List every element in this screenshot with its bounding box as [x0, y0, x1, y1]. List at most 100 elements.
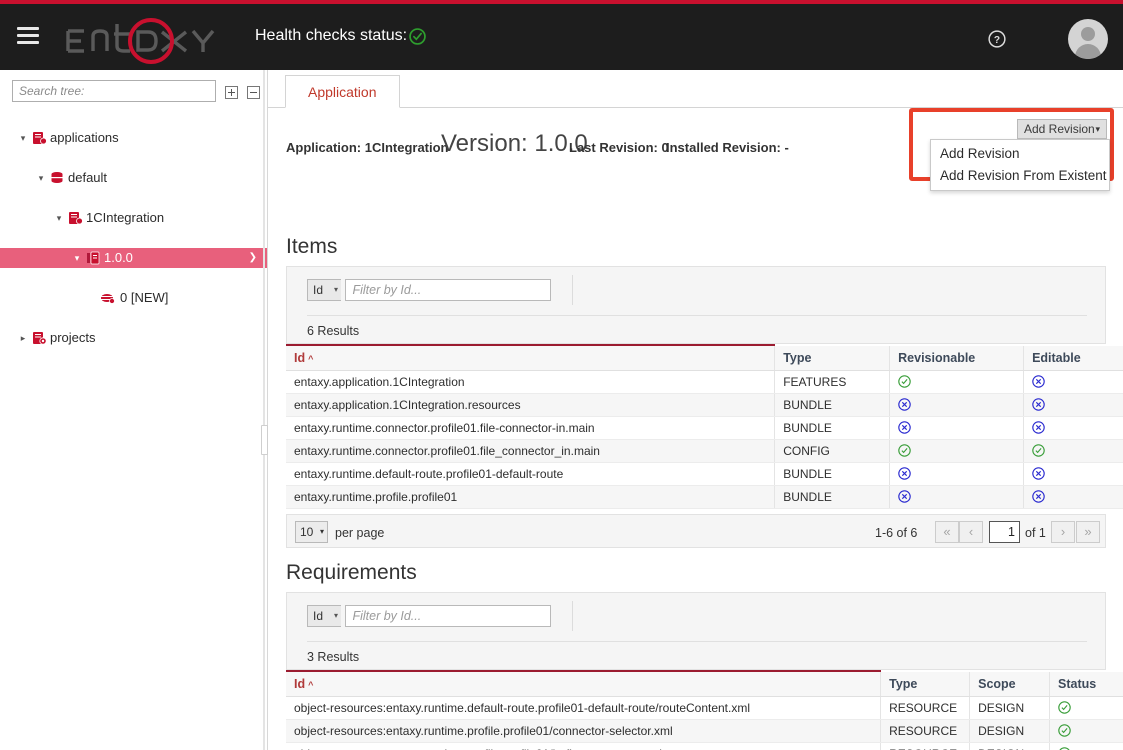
collapse-all-icon[interactable] [247, 86, 260, 99]
tree-item-revision-0[interactable]: 0 [NEW] [0, 288, 267, 308]
items-cell-type: BUNDLE [775, 416, 890, 439]
avatar-head-icon [1081, 27, 1095, 41]
filter-separator [307, 641, 1087, 642]
requirements-cell-type: RESOURCE [881, 719, 970, 742]
projects-icon [32, 331, 47, 345]
tree-item-applications[interactable]: ▾ applications [0, 128, 267, 148]
requirements-filter-bar: Id ▾ [307, 605, 551, 627]
requirements-cell-id: object-resources:entaxy.runtime.profile.… [286, 742, 881, 750]
menu-item-add-revision[interactable]: Add Revision [931, 143, 1109, 165]
x-circle-icon [1032, 467, 1045, 480]
installed-revision-label: Installed Revision: - [666, 140, 789, 155]
check-circle-icon [409, 28, 426, 45]
tab-application[interactable]: Application [285, 75, 400, 108]
items-prev-page-button[interactable]: ‹ [959, 521, 983, 543]
chevron-down-icon[interactable]: ▾ [72, 248, 82, 268]
requirements-col-type[interactable]: Type [881, 672, 970, 696]
table-row[interactable]: object-resources:entaxy.runtime.profile.… [286, 719, 1123, 742]
expand-all-icon[interactable] [225, 86, 238, 99]
items-col-id[interactable]: Id^ [286, 346, 775, 370]
requirements-section-title: Requirements [286, 561, 417, 585]
requirements-col-scope[interactable]: Scope [970, 672, 1050, 696]
items-cell-revisionable [890, 462, 1024, 485]
help-question-icon[interactable]: ? [988, 30, 1006, 48]
requirements-cell-scope: DESIGN [970, 719, 1050, 742]
table-row[interactable]: entaxy.runtime.connector.profile01.file-… [286, 416, 1123, 439]
items-next-page-button[interactable]: › [1051, 521, 1075, 543]
table-row[interactable]: object-resources:entaxy.runtime.profile.… [286, 742, 1123, 750]
items-cell-revisionable [890, 370, 1024, 393]
tree-toolbar [220, 84, 260, 102]
items-per-page-select[interactable]: 10 ▾ [295, 521, 328, 543]
tree-item-label: 1.0.0 [104, 248, 133, 268]
check-circle-icon [1058, 724, 1071, 737]
tree-view: ▾ applications ▾ default ▾ 1CIntegration [0, 128, 267, 248]
items-page-input[interactable]: 1 [989, 521, 1020, 543]
chevron-right-icon[interactable]: ▸ [18, 328, 28, 348]
items-cell-id: entaxy.application.1CIntegration.resourc… [286, 393, 775, 416]
menu-item-add-revision-from-existent[interactable]: Add Revision From Existent [931, 165, 1109, 187]
items-col-id-label: Id [294, 351, 305, 365]
chevron-down-icon: ▾ [320, 522, 324, 542]
requirements-filter-field-value: Id [313, 609, 323, 623]
version-label: Version: 1.0.0 [441, 130, 588, 158]
items-filter-field-select[interactable]: Id ▾ [307, 279, 341, 301]
table-row[interactable]: entaxy.runtime.default-route.profile01-d… [286, 462, 1123, 485]
table-row[interactable]: entaxy.runtime.profile.profile01 BUNDLE [286, 485, 1123, 508]
requirements-filter-field-select[interactable]: Id ▾ [307, 605, 341, 627]
top-bar: Health checks status: ? [0, 0, 1123, 70]
search-row [12, 80, 216, 102]
items-last-page-button[interactable]: » [1076, 521, 1100, 543]
requirements-col-status[interactable]: Status [1050, 672, 1123, 696]
items-cell-editable [1024, 370, 1123, 393]
chevron-down-icon[interactable]: ▾ [36, 168, 46, 188]
filter-divider [572, 275, 573, 305]
items-cell-type: FEATURES [775, 370, 890, 393]
requirements-cell-scope: DESIGN [970, 696, 1050, 719]
chevron-down-icon[interactable]: ▾ [18, 128, 28, 148]
add-revision-menu: Add Revision Add Revision From Existent [930, 139, 1110, 191]
check-circle-icon [1058, 747, 1071, 750]
sidebar-scrollbar-thumb[interactable] [261, 425, 268, 455]
add-revision-button[interactable]: Add Revision ▾ [1017, 119, 1107, 139]
table-row[interactable]: entaxy.application.1CIntegration FEATURE… [286, 370, 1123, 393]
tree-item-1cintegration[interactable]: ▾ 1CIntegration [0, 208, 267, 228]
requirements-cell-type: RESOURCE [881, 742, 970, 750]
items-filter-input[interactable] [345, 279, 551, 301]
check-circle-icon [1032, 444, 1045, 457]
items-col-type[interactable]: Type [775, 346, 890, 370]
check-circle-icon [898, 375, 911, 388]
table-row[interactable]: object-resources:entaxy.runtime.default-… [286, 696, 1123, 719]
last-revision-label: Last Revision: 0 [569, 140, 669, 155]
filter-divider [572, 601, 573, 631]
items-cell-type: CONFIG [775, 439, 890, 462]
application-name-label: Application: 1CIntegration [286, 140, 449, 155]
version-icon [86, 251, 101, 265]
tree-item-1-0-0[interactable]: ▾ 1.0.0 ❯ [0, 248, 267, 268]
tree-item-projects[interactable]: ▸ projects [0, 328, 267, 348]
requirements-filter-input[interactable] [345, 605, 551, 627]
requirements-table-header-row: Id^ Type Scope Status [286, 672, 1123, 696]
chevron-down-icon: ▾ [1095, 120, 1100, 138]
check-circle-icon [898, 444, 911, 457]
chevron-down-icon[interactable]: ▾ [54, 208, 64, 228]
chevron-right-icon[interactable]: ❯ [249, 248, 257, 268]
table-row[interactable]: entaxy.application.1CIntegration.resourc… [286, 393, 1123, 416]
items-table-body: entaxy.application.1CIntegration FEATURE… [286, 370, 1123, 508]
items-filter-bar: Id ▾ [307, 279, 551, 301]
tree-item-label: 1CIntegration [86, 208, 164, 228]
requirements-col-id[interactable]: Id^ [286, 672, 881, 696]
x-circle-icon [898, 421, 911, 434]
items-first-page-button[interactable]: « [935, 521, 959, 543]
avatar[interactable] [1068, 19, 1108, 59]
table-row[interactable]: entaxy.runtime.connector.profile01.file_… [286, 439, 1123, 462]
search-tree-input[interactable] [12, 80, 216, 102]
items-col-revisionable[interactable]: Revisionable [890, 346, 1024, 370]
tree-item-default[interactable]: ▾ default [0, 168, 267, 188]
items-cell-editable [1024, 393, 1123, 416]
x-circle-icon [1032, 375, 1045, 388]
items-col-editable[interactable]: Editable [1024, 346, 1123, 370]
items-cell-editable [1024, 462, 1123, 485]
hamburger-icon[interactable] [17, 27, 39, 44]
requirements-cell-status [1050, 719, 1123, 742]
